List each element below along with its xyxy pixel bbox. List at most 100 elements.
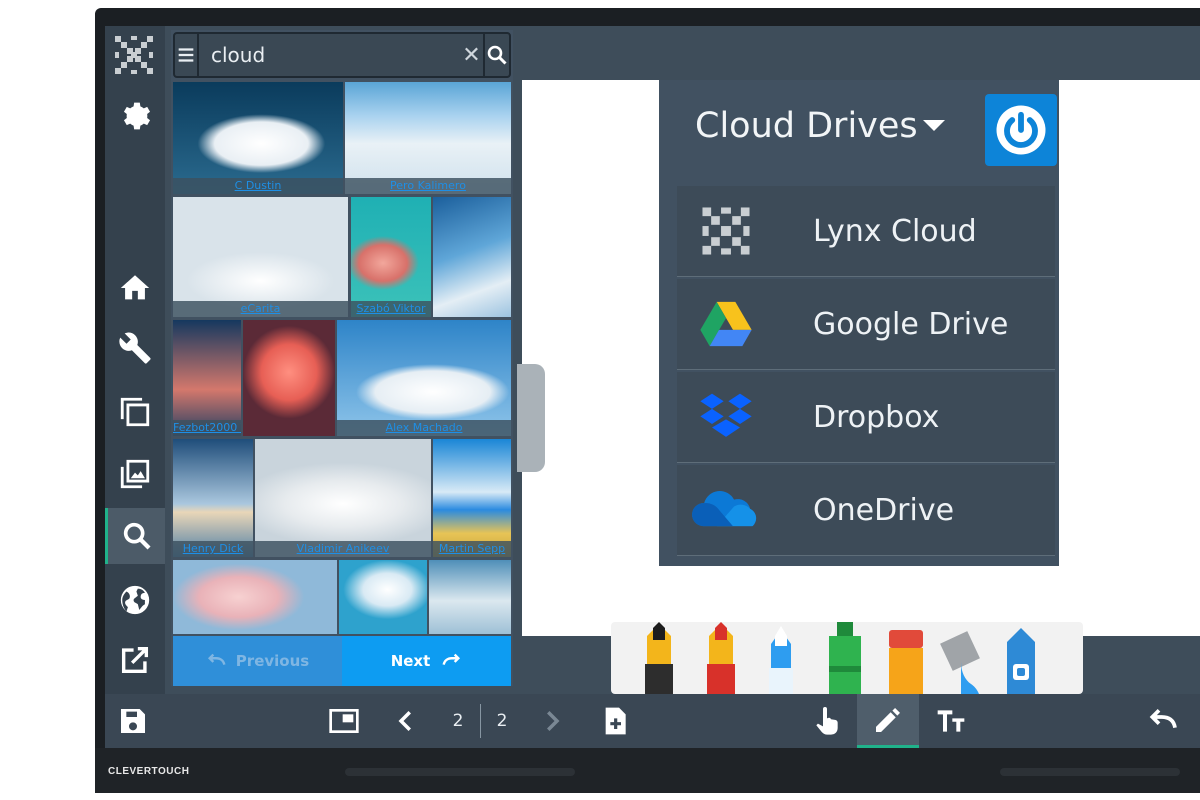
next-page-button[interactable] xyxy=(537,694,567,748)
eraser-icon[interactable] xyxy=(1007,628,1035,694)
settings-button[interactable] xyxy=(105,88,165,144)
save-button[interactable] xyxy=(113,694,153,748)
image-result[interactable]: Vladimir Anikeev xyxy=(255,439,431,557)
wrench-icon xyxy=(119,332,151,364)
close-icon: ✕ xyxy=(462,42,481,68)
yellow-highlighter-icon[interactable] xyxy=(645,622,673,694)
image-result[interactable] xyxy=(243,320,335,436)
red-marker-icon[interactable] xyxy=(707,622,735,694)
speaker-grille-right xyxy=(1000,768,1180,776)
export-button[interactable] xyxy=(105,632,165,688)
home-icon xyxy=(120,275,150,300)
lynx-cloud-icon xyxy=(702,207,750,255)
pencil-icon xyxy=(876,707,900,732)
previous-page-button[interactable] xyxy=(391,694,421,748)
home-button[interactable] xyxy=(105,260,165,316)
image-result[interactable]: Szabó Viktor xyxy=(351,197,431,317)
image-result[interactable]: Pero Kalimero xyxy=(345,82,511,194)
image-result[interactable]: Alex Machado xyxy=(337,320,511,436)
touch-select-button[interactable] xyxy=(807,694,847,748)
cloud-drives-list: Lynx Cloud Google Drive Dropbox OneDrive xyxy=(659,180,1059,566)
image-result[interactable] xyxy=(429,560,511,634)
chevron-right-icon xyxy=(547,711,560,731)
image-credit[interactable]: Fezbot2000 Vinck xyxy=(173,420,241,436)
image-credit[interactable]: eCarita xyxy=(173,301,348,317)
dropbox-icon xyxy=(700,393,752,437)
search-submit-button[interactable] xyxy=(483,34,509,76)
image-search-panel: ✕ C Dustin Pero Kalimero eCarita Szabó V… xyxy=(171,30,513,686)
menu-button[interactable] xyxy=(175,34,199,76)
pages-icon xyxy=(120,397,150,427)
image-result[interactable] xyxy=(173,560,337,634)
pen-tray-tools xyxy=(645,622,1035,694)
media-button[interactable] xyxy=(105,446,165,502)
add-page-icon xyxy=(605,707,626,735)
image-credit[interactable]: Henry Dick xyxy=(173,541,253,557)
paint-bucket-icon[interactable] xyxy=(940,631,980,694)
next-label: Next xyxy=(390,652,431,670)
search-button[interactable] xyxy=(105,508,165,564)
web-button[interactable] xyxy=(105,572,165,628)
image-result[interactable]: Henry Dick xyxy=(173,439,253,557)
next-button[interactable]: Next xyxy=(342,636,511,686)
previous-button[interactable]: Previous xyxy=(173,636,342,686)
total-pages-number: 2 xyxy=(496,711,508,731)
search-input[interactable] xyxy=(199,34,460,76)
tools-button[interactable] xyxy=(105,320,165,376)
cloud-drive-onedrive[interactable]: OneDrive xyxy=(677,465,1055,555)
cloud-drive-google[interactable]: Google Drive xyxy=(677,279,1055,369)
text-size-icon xyxy=(937,710,965,732)
brand-label: CLEVERTOUCH xyxy=(108,766,190,777)
cloud-drive-label: Lynx Cloud xyxy=(813,213,977,249)
chevron-left-icon xyxy=(398,711,411,731)
image-credit[interactable]: Pero Kalimero xyxy=(345,178,511,194)
screen: ✕ C Dustin Pero Kalimero eCarita Szabó V… xyxy=(105,26,1200,748)
image-result[interactable]: C Dustin xyxy=(173,82,343,194)
page-number-divider xyxy=(480,704,481,738)
add-page-button[interactable] xyxy=(595,694,635,748)
image-result[interactable]: Martin Sepp xyxy=(433,439,511,557)
external-link-icon xyxy=(121,646,149,674)
search-icon xyxy=(487,45,507,65)
search-icon xyxy=(123,522,151,550)
caret-down-icon xyxy=(923,120,945,131)
cloud-drive-label: Dropbox xyxy=(813,399,940,435)
clear-search-button[interactable]: ✕ xyxy=(460,34,483,76)
globe-icon xyxy=(120,585,150,615)
cloud-drive-dropbox[interactable]: Dropbox xyxy=(677,372,1055,462)
page-view-button[interactable] xyxy=(323,694,365,748)
text-tool-button[interactable] xyxy=(931,694,971,748)
hamburger-icon xyxy=(178,48,194,62)
speaker-grille-left xyxy=(345,768,575,776)
image-credit[interactable]: Szabó Viktor xyxy=(351,301,431,317)
pen-tray xyxy=(611,622,1083,694)
image-credit[interactable]: Martin Sepp xyxy=(433,541,511,557)
image-credit[interactable]: Vladimir Anikeev xyxy=(255,541,431,557)
cloud-drive-lynx[interactable]: Lynx Cloud xyxy=(677,186,1055,276)
cloud-drive-label: OneDrive xyxy=(813,492,955,528)
undo-button[interactable] xyxy=(1143,694,1183,748)
image-result[interactable]: eCarita xyxy=(173,197,348,317)
image-result[interactable] xyxy=(339,560,427,634)
cloud-drives-title: Cloud Drives xyxy=(695,106,918,146)
hand-pointer-icon xyxy=(816,707,838,735)
google-drive-icon xyxy=(700,301,752,347)
image-credit[interactable]: Alex Machado xyxy=(337,420,511,436)
lynx-logo-icon[interactable] xyxy=(113,34,155,76)
blue-marker-icon[interactable] xyxy=(769,626,793,694)
gallery-icon xyxy=(120,459,150,489)
power-button[interactable] xyxy=(985,94,1057,166)
pen-tool-button[interactable] xyxy=(857,694,919,748)
power-icon xyxy=(996,105,1046,155)
image-result[interactable] xyxy=(433,197,511,317)
image-credit[interactable]: C Dustin xyxy=(173,178,343,194)
redo-arrow-icon xyxy=(442,653,461,665)
page-view-icon xyxy=(329,709,359,733)
panel-drag-handle[interactable] xyxy=(517,364,545,472)
green-marker-icon[interactable] xyxy=(829,622,861,694)
image-result[interactable]: Fezbot2000 Vinck xyxy=(173,320,241,436)
previous-label: Previous xyxy=(235,652,310,670)
pages-button[interactable] xyxy=(105,384,165,440)
save-icon xyxy=(121,709,145,733)
orange-marker-icon[interactable] xyxy=(889,630,923,694)
